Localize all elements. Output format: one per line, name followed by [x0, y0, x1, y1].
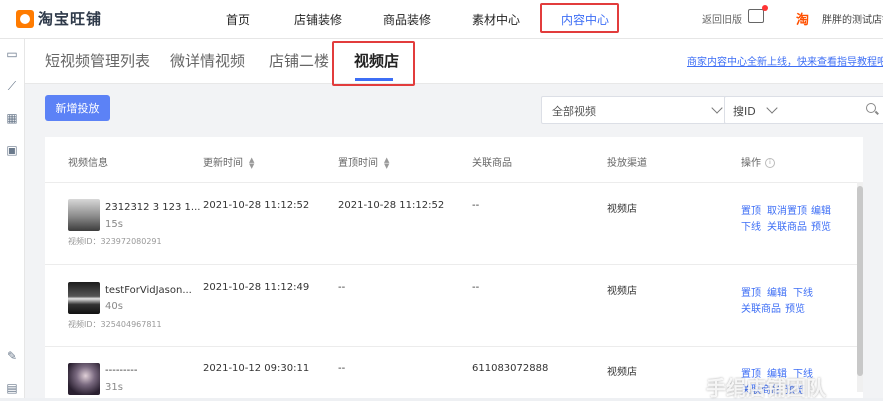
video-title[interactable]: --------- — [105, 365, 137, 376]
video-thumbnail[interactable] — [68, 363, 100, 395]
search-input[interactable] — [785, 101, 859, 121]
chart-icon[interactable]: ⟋ — [5, 79, 19, 93]
brand-name: 淘宝旺铺 — [38, 10, 103, 28]
header-actions-label: 操作 — [741, 158, 761, 169]
main-content: 短视频管理列表 微详情视频 店铺二楼 视频店 商家内容中心全新上线，快来查看指导… — [25, 39, 883, 398]
tabs-bar: 短视频管理列表 微详情视频 店铺二楼 视频店 商家内容中心全新上线，快来查看指导… — [25, 39, 883, 86]
offline-link[interactable]: 下线 — [793, 284, 813, 299]
nav-item-material-center[interactable]: 素材中心 — [472, 11, 520, 28]
left-sidebar: ▭ ⟋ ▦ ▣ ✎ ▤ — [0, 39, 25, 398]
preview-link[interactable]: 预览 — [811, 218, 831, 233]
video-table: 视频信息 更新时间 ▲ ▼ 置顶时间 ▲ ▼ 关联商品 投放渠道 操作 i 2312312… — [45, 137, 863, 398]
channel: 视频店 — [607, 367, 637, 378]
linked-goods: 611083072888 — [472, 363, 549, 374]
preview-link[interactable]: 预览 — [785, 300, 805, 315]
sort-icon[interactable]: ▲ ▼ — [384, 157, 389, 170]
link-goods-link[interactable]: 关联商品 — [741, 300, 781, 315]
video-duration: 31s — [105, 382, 123, 393]
header-pinned-time[interactable]: 置顶时间 ▲ ▼ — [338, 154, 389, 170]
user-shop-name[interactable]: 胖胖的测试店铺 — [822, 11, 883, 26]
top-navbar: 淘宝旺铺 首页 店铺装修 商品装修 素材中心 内容中心 返回旧版 淘 胖胖的测试… — [0, 0, 883, 39]
edit-icon[interactable]: ✎ — [5, 349, 19, 363]
header-updated-label: 更新时间 — [203, 158, 243, 169]
pinned-time: -- — [338, 363, 346, 374]
brand-logo[interactable]: 淘宝旺铺 — [16, 8, 102, 29]
video-filter-select[interactable]: 全部视频 — [541, 96, 732, 124]
edit-link[interactable]: 编辑 — [767, 284, 787, 299]
tab-shop-second-floor[interactable]: 店铺二楼 — [269, 50, 329, 71]
linked-goods: -- — [472, 282, 480, 293]
document-icon[interactable]: ▤ — [5, 381, 19, 395]
sort-icon[interactable]: ▲ ▼ — [249, 157, 254, 170]
edit-link[interactable]: 编辑 — [811, 202, 831, 217]
pin-link[interactable]: 置顶 — [741, 202, 761, 217]
tab-micro-detail-video[interactable]: 微详情视频 — [170, 50, 245, 71]
taobao-icon: 淘 — [796, 13, 810, 28]
header-channel: 投放渠道 — [607, 158, 647, 169]
video-id-prefix: 视频ID： — [68, 320, 101, 329]
header-actions: 操作 i — [741, 154, 775, 169]
header-video-info: 视频信息 — [68, 158, 108, 169]
search-type-select[interactable]: 搜ID — [733, 103, 756, 119]
watermark-text: 手绢店铺团队 — [706, 376, 826, 400]
monitor-icon[interactable]: ▭ — [5, 47, 19, 61]
video-duration: 40s — [105, 301, 123, 312]
header-pinned-label: 置顶时间 — [338, 158, 378, 169]
nav-item-product-decoration[interactable]: 商品装修 — [383, 11, 431, 28]
video-filter-value: 全部视频 — [552, 105, 596, 118]
video-id: 视频ID：323972080291 — [68, 236, 162, 247]
updated-time: 2021-10-28 11:12:49 — [203, 282, 310, 293]
link-goods-link[interactable]: 关联商品 — [767, 218, 807, 233]
video-thumbnail[interactable] — [68, 199, 100, 231]
unpin-link[interactable]: 取消置顶 — [767, 202, 807, 217]
row-divider — [45, 264, 863, 265]
nav-item-home[interactable]: 首页 — [226, 11, 250, 28]
search-box[interactable]: 搜ID — [724, 96, 883, 124]
highlight-box-tab — [332, 41, 415, 86]
table-scrollbar[interactable] — [857, 182, 863, 392]
grid-icon[interactable]: ▦ — [5, 111, 19, 125]
row-divider — [45, 346, 863, 347]
video-icon[interactable]: ▣ — [5, 143, 19, 157]
message-icon[interactable] — [748, 5, 768, 23]
return-old-version-link[interactable]: 返回旧版 — [702, 11, 742, 26]
linked-goods: -- — [472, 200, 480, 211]
updated-time: 2021-10-28 11:12:52 — [203, 200, 310, 211]
video-id-value: 323972080291 — [100, 237, 162, 246]
chevron-down-icon — [711, 102, 723, 114]
pinned-time: -- — [338, 282, 346, 293]
offline-link[interactable]: 下线 — [741, 218, 761, 233]
pinned-time: 2021-10-28 11:12:52 — [338, 200, 445, 211]
pin-link[interactable]: 置顶 — [741, 284, 761, 299]
video-id: 视频ID：325404967811 — [68, 319, 162, 330]
video-title[interactable]: testForVidJason... — [105, 285, 192, 296]
nav-item-shop-decoration[interactable]: 店铺装修 — [294, 11, 342, 28]
highlight-box-nav — [540, 3, 619, 33]
info-icon[interactable]: i — [765, 158, 775, 168]
row-divider — [45, 182, 863, 183]
scrollbar-thumb[interactable] — [857, 186, 863, 376]
header-updated-time[interactable]: 更新时间 ▲ ▼ — [203, 154, 254, 170]
video-duration: 15s — [105, 219, 123, 230]
tab-short-video-list[interactable]: 短视频管理列表 — [45, 50, 150, 71]
channel: 视频店 — [607, 204, 637, 215]
video-title[interactable]: 2312312 3 123 1... — [105, 202, 200, 213]
header-linked-goods: 关联商品 — [472, 158, 512, 169]
add-placement-button[interactable]: 新增投放 — [45, 95, 110, 121]
channel: 视频店 — [607, 286, 637, 297]
video-thumbnail[interactable] — [68, 282, 100, 314]
search-icon[interactable] — [866, 103, 876, 113]
chevron-down-icon — [766, 102, 778, 114]
updated-time: 2021-10-12 09:30:11 — [203, 363, 310, 374]
video-id-prefix: 视频ID： — [68, 237, 101, 246]
tutorial-notice-link[interactable]: 商家内容中心全新上线，快来查看指导教程吧! — [687, 53, 883, 68]
video-id-value: 325404967811 — [100, 320, 162, 329]
taobao-logo-icon — [16, 9, 34, 28]
